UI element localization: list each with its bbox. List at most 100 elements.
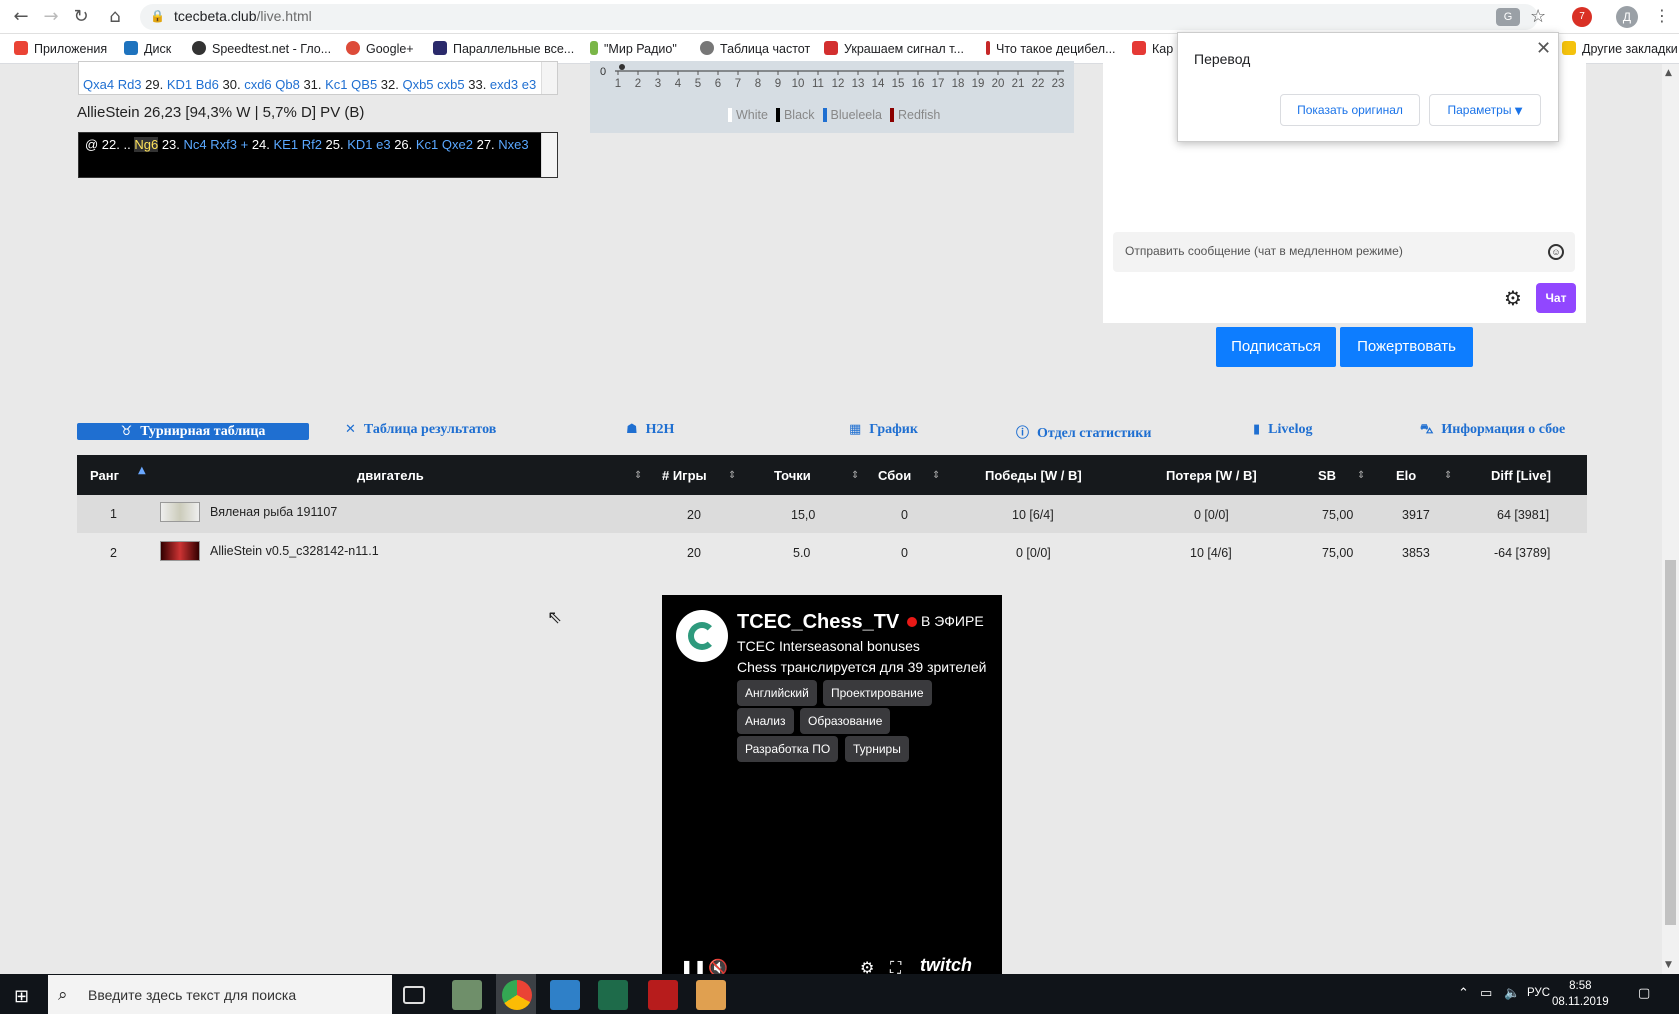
home-icon[interactable]: ⌂ [104,6,126,28]
extension-icon[interactable]: 7 [1572,7,1592,27]
move-link[interactable]: Qxb5 [402,77,437,92]
bookmark-apps[interactable]: Приложения [14,41,107,56]
other-bookmarks[interactable]: Другие закладки [1562,41,1678,56]
subscribe-button[interactable]: Подписаться [1216,327,1336,367]
move-link[interactable]: Bd6 [196,77,223,92]
lock-icon[interactable]: 🔒 [150,9,165,25]
stream-tag[interactable]: Английский [737,680,817,706]
translate-icon[interactable]: G [1496,8,1520,26]
kebab-menu-icon[interactable]: ⋮ [1654,6,1670,25]
tab-h2h[interactable]: ☗ H2H [626,422,674,438]
address-bar[interactable] [140,4,1538,30]
back-icon[interactable]: ← [10,6,32,28]
emoji-icon[interactable]: ☺ [1548,244,1564,260]
pv-highlight-move[interactable]: Ng6 [134,137,159,152]
move-link[interactable]: Nc4 [184,137,211,152]
col-games[interactable]: # Игры [662,468,707,483]
sort-icon[interactable]: ⇕ [1357,470,1365,481]
col-crashes[interactable]: Сбои [878,468,911,483]
bookmark-item[interactable]: Что такое децибел... [986,41,1116,56]
control-panel-app-icon[interactable] [550,980,580,1010]
sort-asc-icon[interactable]: ▲ [138,465,146,476]
move-link[interactable]: Kc1 [325,77,351,92]
chat-input[interactable]: Отправить сообщение (чат в медленном реж… [1113,232,1575,272]
move-link[interactable]: Qxa4 [83,77,118,92]
stream-tag[interactable]: Турниры [845,736,909,762]
calculator-app-icon[interactable] [452,980,482,1010]
volume-icon[interactable]: 🔈 [1504,986,1520,1001]
bookmark-item[interactable]: Speedtest.net - Гло... [192,41,331,56]
media-app-icon[interactable] [648,980,678,1010]
bookmark-star-icon[interactable]: ☆ [1530,6,1546,27]
reload-icon[interactable]: ↻ [70,6,92,28]
bookmark-item[interactable]: Таблица частот [700,41,810,56]
forward-icon[interactable]: → [40,6,62,28]
move-link[interactable]: Qxe2 [442,137,477,152]
tab-crash-info[interactable]: ⛍ Информация о сбое [1420,422,1565,439]
move-link[interactable]: Qb8 [275,77,303,92]
profile-avatar[interactable]: Д [1616,6,1638,28]
move-link[interactable]: exd3 [490,77,522,92]
col-losses[interactable]: Потеря [W / B] [1166,468,1257,483]
move-link[interactable]: e3 [376,137,394,152]
cell-engine[interactable]: Вяленая рыба 191107 [210,505,337,519]
input-language[interactable]: РУС [1527,987,1550,999]
sort-icon[interactable]: ⇕ [728,470,736,481]
legend-item[interactable]: Redfish [882,108,940,122]
legend-item[interactable]: Blueleela [815,108,882,122]
sort-icon[interactable]: ⇕ [634,470,642,481]
col-wins[interactable]: Победы [W / B] [985,468,1082,483]
windows-start-icon[interactable]: ⊞ [14,986,29,1007]
sort-icon[interactable]: ⇕ [1444,470,1452,481]
donate-button[interactable]: Пожертвовать [1340,327,1473,367]
scroll-down-icon[interactable]: ▼ [1665,960,1672,970]
move-link[interactable]: Nxe3 [498,137,528,152]
stream-tag[interactable]: Разработка ПО [737,736,839,762]
tab-livelog[interactable]: ▮ Livelog [1253,422,1313,438]
tray-up-icon[interactable]: ⌃ [1458,986,1469,1001]
move-link[interactable]: Rf2 [302,137,326,152]
sort-icon[interactable]: ⇕ [932,470,940,481]
chat-send-button[interactable]: Чат [1536,283,1576,313]
chat-settings-gear-icon[interactable]: ⚙ [1504,286,1522,310]
bookmark-item[interactable]: Кар [1132,41,1173,56]
stream-tag[interactable]: Анализ [737,708,794,734]
move-link[interactable]: cxd6 [244,77,275,92]
chrome-app-icon[interactable] [502,980,532,1010]
move-link[interactable]: KD1 [347,137,376,152]
bookmark-item[interactable]: Google+ [346,41,414,56]
tab-crosstable[interactable]: ✕ Таблица результатов [345,422,496,438]
col-diff[interactable]: Diff [Live] [1491,468,1551,483]
legend-item[interactable]: Black [768,108,815,122]
scroll-up-icon[interactable]: ▲ [1665,68,1672,78]
move-link[interactable]: KD1 [167,77,196,92]
stream-tag[interactable]: Проектирование [823,680,932,706]
legend-item[interactable]: White [720,108,768,122]
sort-icon[interactable]: ⇕ [851,470,859,481]
bookmark-item[interactable]: Украшаем сигнал т... [824,41,964,56]
network-icon[interactable]: ▭ [1480,986,1492,1001]
show-original-button[interactable]: Показать оригинал [1280,94,1420,126]
pv-scrollbar[interactable] [541,62,557,94]
notifications-icon[interactable]: ▢ [1638,986,1650,1001]
move-link[interactable]: KE1 [274,137,302,152]
close-icon[interactable]: ✕ [1536,38,1551,59]
translate-options-button[interactable]: Параметры ▼ [1429,94,1541,126]
bookmark-item[interactable]: Параллельные все... [433,41,574,56]
tab-standings[interactable]: ♉ Турнирная таблица [77,423,309,440]
allie-pv-scrollbar[interactable] [541,133,557,177]
page-scrollbar-thumb[interactable] [1665,560,1676,925]
channel-name[interactable]: TCEC_Chess_TV [737,611,899,634]
move-link[interactable]: Kc1 [416,137,442,152]
tab-stats[interactable]: ⓘ Отдел статистики [1016,422,1151,442]
chess-app-icon[interactable] [598,980,628,1010]
tab-schedule[interactable]: ▦ График [849,422,918,438]
col-points[interactable]: Точки [774,468,811,483]
col-engine[interactable]: двигатель [357,468,424,483]
col-sb[interactable]: SB [1318,468,1336,483]
cell-engine[interactable]: AllieStein v0.5_c328142-n11.1 [210,544,379,558]
twitch-logo[interactable]: twitch [920,955,972,976]
task-view-icon[interactable] [403,986,425,1004]
move-link[interactable]: Rxf3 [210,137,240,152]
paint-app-icon[interactable] [696,980,726,1010]
